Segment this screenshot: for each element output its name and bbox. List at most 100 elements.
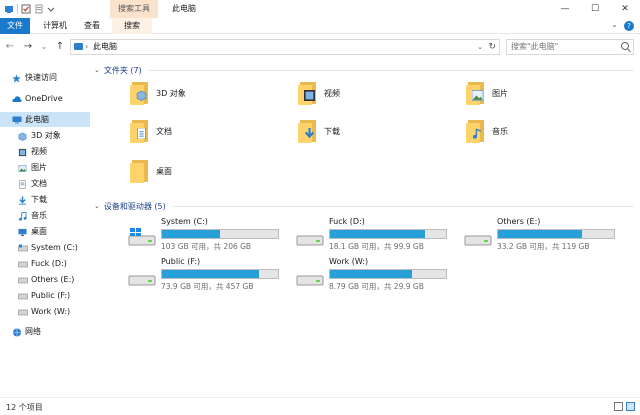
folder-label: 桌面 (156, 166, 172, 176)
music-icon (18, 210, 27, 221)
status-bar: 12 个项目 (0, 397, 640, 415)
group-title: 设备和驱动器 (5) (103, 201, 166, 211)
cube-icon (18, 132, 27, 141)
content-pane: ⌄ 文件夹 (7) 3D 对象 视频 图片 文档 下载 音乐 桌面 ⌄ 设备和驱… (94, 62, 640, 397)
drive-size: 8.79 GB 可用，共 29.9 GB (329, 282, 424, 291)
sidebar-item-label: 网络 (25, 327, 41, 336)
customize-toolbar-icon[interactable] (47, 4, 55, 14)
close-button[interactable]: ✕ (610, 0, 640, 18)
folder-tile-downloads[interactable]: 下载 (298, 116, 340, 146)
sidebar-item-drive-f[interactable]: Public (F:) (0, 288, 90, 303)
folder-label: 视频 (324, 88, 340, 98)
sidebar-item-label: 视频 (31, 147, 47, 156)
drive-tile-f[interactable]: Public (F:) 73.9 GB 可用，共 457 GB (128, 257, 296, 293)
folder-tile-videos[interactable]: 视频 (298, 78, 340, 108)
drive-tile-w[interactable]: Work (W:) 8.79 GB 可用，共 29.9 GB (296, 257, 464, 293)
group-header-drives[interactable]: ⌄ 设备和驱动器 (5) (94, 201, 634, 211)
tab-file[interactable]: 文件 (0, 18, 30, 34)
sidebar-item-drive-e[interactable]: Others (E:) (0, 272, 90, 287)
maximize-button[interactable]: ☐ (580, 0, 610, 18)
drive-icon (18, 292, 28, 300)
navigation-pane: 快速访问 OneDrive 此电脑 3D 对象 视频 图片 文档 下载 音乐 桌… (0, 62, 92, 397)
breadcrumb[interactable]: 此电脑 (93, 40, 117, 54)
picture-folder-icon (466, 80, 486, 106)
drive-tile-e[interactable]: Others (E:) 33.2 GB 可用，共 119 GB (464, 217, 632, 253)
refresh-icon[interactable]: ↻ (488, 40, 496, 54)
details-view-icon[interactable] (614, 402, 623, 411)
forward-button[interactable]: → (22, 40, 34, 54)
sidebar-item-label: 下载 (31, 195, 47, 204)
drive-name: System (C:) (161, 217, 208, 226)
rename-icon[interactable] (34, 4, 44, 14)
sidebar-item-3d-objects[interactable]: 3D 对象 (0, 128, 90, 143)
breadcrumb-separator: › (85, 42, 89, 51)
navigation-bar: ← → ⌄ ↑ › 此电脑 ⌄ ↻ 搜索"此电脑" (0, 36, 640, 58)
drive-usage-bar (329, 269, 447, 279)
tab-computer[interactable]: 计算机 (38, 18, 72, 34)
group-header-folders[interactable]: ⌄ 文件夹 (7) (94, 65, 634, 75)
drive-usage-bar (497, 229, 615, 239)
folder-tile-pictures[interactable]: 图片 (466, 78, 508, 108)
sidebar-item-label: 3D 对象 (31, 131, 61, 140)
sidebar-item-label: Work (W:) (31, 307, 71, 316)
drive-icon (296, 275, 324, 286)
sidebar-item-onedrive[interactable]: OneDrive (0, 91, 90, 106)
sidebar-item-label: Others (E:) (31, 275, 75, 284)
folder-label: 下载 (324, 126, 340, 136)
cube-folder-icon (130, 80, 150, 106)
drive-icon (18, 276, 28, 284)
folder-tile-desktop[interactable]: 桌面 (130, 156, 172, 186)
back-button[interactable]: ← (4, 40, 16, 54)
download-folder-icon (298, 118, 318, 144)
group-title: 文件夹 (7) (103, 65, 142, 75)
chevron-down-icon: ⌄ (94, 202, 100, 210)
up-button[interactable]: ↑ (54, 40, 66, 54)
drive-icon (18, 260, 28, 268)
music-folder-icon (466, 118, 486, 144)
sidebar-item-downloads[interactable]: 下载 (0, 192, 90, 207)
folder-tile-3d-objects[interactable]: 3D 对象 (130, 78, 186, 108)
drive-tile-d[interactable]: Fuck (D:) 18.1 GB 可用，共 99.9 GB (296, 217, 464, 253)
folder-tile-documents[interactable]: 文档 (130, 116, 172, 146)
download-icon (18, 195, 27, 205)
sidebar-item-music[interactable]: 音乐 (0, 208, 90, 223)
address-bar[interactable]: › 此电脑 ⌄ ↻ (70, 39, 500, 55)
drive-size: 73.9 GB 可用，共 457 GB (161, 282, 254, 291)
sidebar-item-pictures[interactable]: 图片 (0, 160, 90, 175)
sidebar-item-drive-w[interactable]: Work (W:) (0, 304, 90, 319)
drive-icon (128, 275, 156, 286)
chevron-down-icon: ⌄ (94, 66, 100, 74)
tab-search[interactable]: 搜索 (112, 18, 152, 34)
tab-view[interactable]: 查看 (78, 18, 106, 34)
sidebar-item-desktop[interactable]: 桌面 (0, 224, 90, 239)
folder-tile-music[interactable]: 音乐 (466, 116, 508, 146)
chevron-down-icon[interactable]: ⌄ (611, 20, 618, 29)
address-dropdown-icon[interactable]: ⌄ (477, 40, 483, 54)
drive-icon (464, 235, 492, 246)
sidebar-item-this-pc[interactable]: 此电脑 (0, 112, 90, 127)
desktop-icon (18, 228, 27, 236)
sidebar-item-drive-d[interactable]: Fuck (D:) (0, 256, 90, 271)
minimize-button[interactable]: — (550, 0, 580, 18)
sidebar-item-label: OneDrive (25, 94, 63, 103)
sidebar-item-drive-c[interactable]: System (C:) (0, 240, 90, 255)
quick-access-toolbar (4, 3, 58, 15)
sidebar-item-label: Fuck (D:) (31, 259, 67, 268)
drive-tile-c[interactable]: System (C:) 103 GB 可用，共 206 GB (128, 217, 296, 253)
large-icons-view-icon[interactable] (626, 402, 635, 411)
sidebar-item-videos[interactable]: 视频 (0, 144, 90, 159)
folder-label: 音乐 (492, 126, 508, 136)
video-folder-icon (298, 80, 318, 106)
computer-icon (12, 116, 22, 124)
sidebar-item-documents[interactable]: 文档 (0, 176, 90, 191)
help-icon[interactable]: ? (624, 21, 634, 31)
search-input[interactable]: 搜索"此电脑" (506, 39, 634, 55)
properties-icon[interactable] (21, 4, 31, 14)
drive-usage-fill (330, 230, 425, 238)
recent-locations-button[interactable]: ⌄ (38, 40, 50, 54)
sidebar-item-quick-access[interactable]: 快速访问 (0, 70, 90, 85)
sidebar-item-network[interactable]: 网络 (0, 324, 90, 339)
document-icon (18, 179, 27, 189)
sidebar-item-label: 桌面 (31, 227, 47, 236)
sidebar-item-label: 此电脑 (25, 115, 49, 124)
